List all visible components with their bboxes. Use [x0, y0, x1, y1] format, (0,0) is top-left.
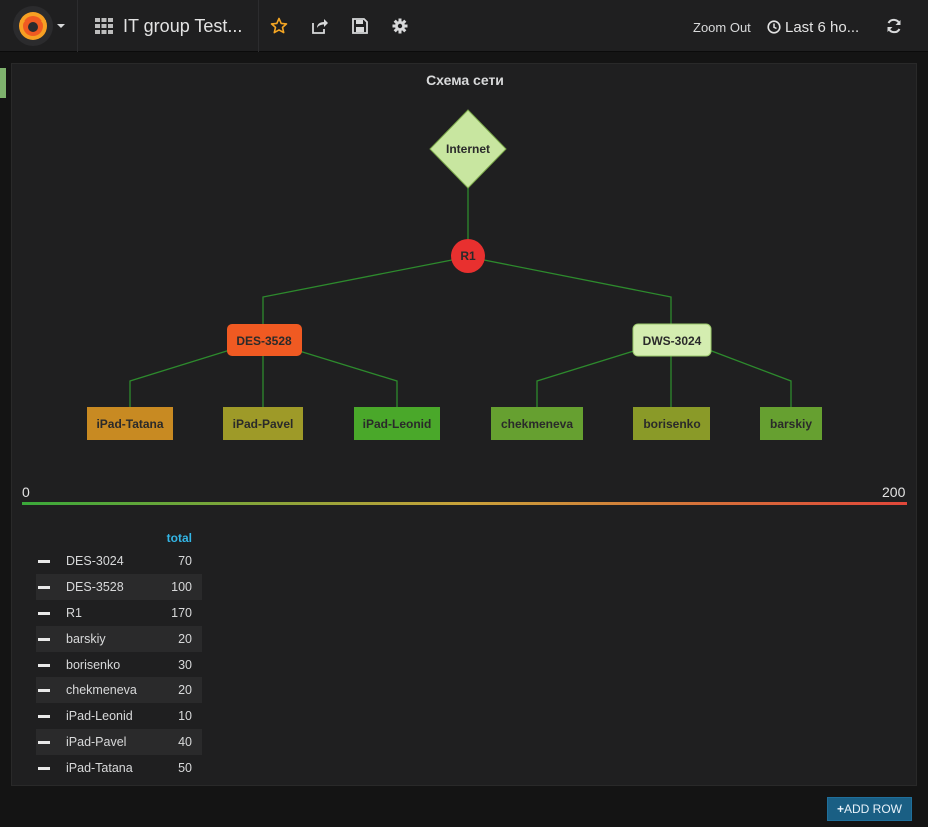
add-row-label: ADD ROW	[844, 802, 902, 816]
plus-icon: +	[836, 802, 844, 816]
legend-series-value: 20	[178, 683, 192, 698]
refresh-icon[interactable]	[885, 17, 903, 35]
legend-row[interactable]: iPad-Pavel 40	[36, 729, 202, 756]
legend-series-name: borisenko	[66, 657, 121, 672]
legend-row[interactable]: R1 170	[36, 600, 202, 626]
node-ipad-tatana-label: iPad-Tatana	[96, 417, 163, 431]
node-dws3024-label: DWS-3024	[643, 334, 702, 348]
dashboard-title: IT group Test...	[123, 16, 243, 36]
legend-column-total[interactable]: total	[167, 531, 192, 545]
legend-row[interactable]: iPad-Leonid 10	[36, 703, 202, 729]
time-range-picker[interactable]: Last 6 ho...	[785, 19, 859, 36]
grafana-menu-button[interactable]	[0, 0, 78, 52]
add-row-button[interactable]: +ADD ROW	[827, 797, 912, 821]
legend-row[interactable]: barskiy 20	[36, 625, 202, 652]
network-diagram: Internet R1 DES-3528 DWS-3024 iPad-Tatan…	[87, 109, 822, 440]
series-color-swatch[interactable]	[38, 663, 50, 667]
legend-table: total DES-3024 70 DES-3528 100 R1 170 barsk…	[36, 530, 202, 781]
node-internet[interactable]: Internet	[429, 109, 507, 189]
series-color-swatch[interactable]	[38, 611, 50, 615]
series-color-swatch[interactable]	[38, 637, 50, 641]
legend-series-name: chekmeneva	[66, 683, 137, 698]
legend-series-value: 70	[178, 554, 192, 568]
series-color-swatch[interactable]	[38, 560, 50, 563]
node-r1-label: R1	[460, 249, 476, 263]
legend-row[interactable]: chekmeneva 20	[36, 677, 202, 704]
node-chekmeneva-label: chekmeneva	[501, 417, 573, 431]
legend-series-name: barskiy	[66, 631, 106, 646]
node-borisenko[interactable]: borisenko	[633, 407, 710, 440]
node-ipad-pavel[interactable]: iPad-Pavel	[223, 407, 303, 440]
network-diagram-panel: Схема сети Internet R1 DES-3528 DWS-3024…	[11, 63, 917, 786]
zoom-out-button[interactable]: Zoom Out	[693, 20, 751, 35]
legend-row[interactable]: borisenko 30	[36, 652, 202, 678]
chevron-down-icon	[57, 24, 65, 28]
legend-series-value: 100	[171, 579, 192, 594]
row-collapse-handle[interactable]	[0, 68, 6, 98]
star-icon[interactable]	[270, 17, 288, 35]
node-des3528[interactable]: DES-3528	[227, 324, 302, 356]
node-internet-label: Internet	[446, 142, 490, 156]
series-color-swatch[interactable]	[38, 715, 50, 719]
series-color-swatch[interactable]	[38, 585, 50, 589]
node-barskiy[interactable]: barskiy	[760, 407, 822, 440]
color-scale-max: 200	[882, 484, 906, 500]
node-dws3024[interactable]: DWS-3024	[632, 323, 712, 357]
legend-row[interactable]: DES-3024 70	[36, 548, 202, 574]
legend-series-name: DES-3528	[66, 579, 124, 594]
diagram-links	[129, 187, 792, 407]
legend-series-value: 50	[178, 761, 192, 776]
clock-icon	[767, 20, 781, 34]
node-barskiy-label: barskiy	[770, 417, 812, 431]
node-ipad-tatana[interactable]: iPad-Tatana	[87, 407, 173, 440]
legend-header: total	[36, 530, 202, 548]
legend-series-value: 40	[178, 735, 192, 750]
save-icon[interactable]	[351, 17, 369, 35]
legend-series-name: R1	[66, 605, 82, 620]
series-color-swatch[interactable]	[38, 767, 50, 771]
node-r1[interactable]: R1	[451, 239, 485, 273]
node-chekmeneva[interactable]: chekmeneva	[491, 407, 583, 440]
color-scale-min: 0	[22, 484, 30, 500]
legend-series-name: DES-3024	[66, 554, 124, 568]
legend-series-value: 170	[171, 605, 192, 620]
legend-series-name: iPad-Pavel	[66, 735, 127, 750]
share-icon[interactable]	[311, 17, 329, 35]
top-navbar: IT group Test... Zoom Out Last 6 ho...	[0, 0, 928, 52]
node-ipad-leonid[interactable]: iPad-Leonid	[354, 407, 440, 440]
series-color-swatch[interactable]	[38, 689, 50, 693]
node-borisenko-label: borisenko	[643, 417, 700, 431]
legend-row[interactable]: DES-3528 100	[36, 573, 202, 600]
node-ipad-leonid-label: iPad-Leonid	[363, 417, 432, 431]
dashboard-picker[interactable]: IT group Test...	[78, 0, 259, 52]
dashboard-grid-icon	[95, 18, 113, 34]
grafana-logo-icon	[13, 6, 53, 46]
color-scale-bar	[22, 502, 907, 505]
legend-series-value: 20	[178, 631, 192, 646]
legend-series-value: 30	[178, 657, 192, 672]
node-des3528-label: DES-3528	[236, 334, 292, 348]
gear-icon[interactable]	[391, 17, 409, 35]
node-ipad-pavel-label: iPad-Pavel	[233, 417, 294, 431]
series-color-swatch[interactable]	[38, 741, 50, 745]
legend-row[interactable]: iPad-Tatana 50	[36, 755, 202, 781]
legend-series-value: 10	[178, 709, 192, 724]
legend-series-name: iPad-Tatana	[66, 761, 133, 776]
legend-series-name: iPad-Leonid	[66, 709, 133, 724]
